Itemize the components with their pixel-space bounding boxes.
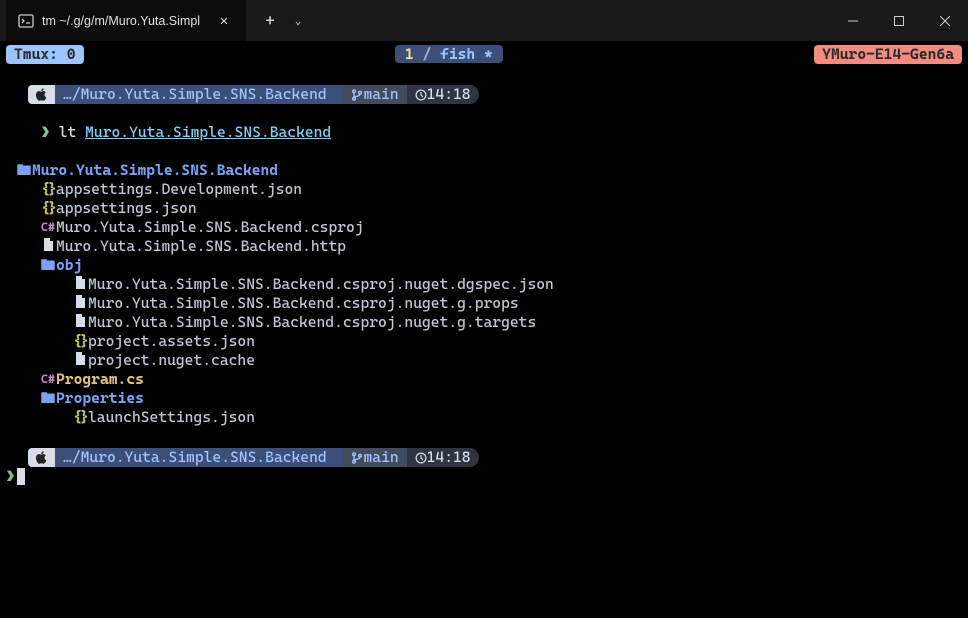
tab-title: tm ~/.g/g/m/Muro.Yuta.Simpl [42, 14, 202, 28]
cwd-segment: …/Muro.Yuta.Simple.SNS.Backend [55, 448, 343, 467]
json-icon: {} [40, 199, 56, 218]
file-icon [40, 237, 56, 256]
tree-item: C#Muro.Yuta.Simple.SNS.Backend.csproj [6, 218, 962, 237]
tree-item: {}launchSettings.json [6, 408, 962, 427]
time-segment: 14:18 [407, 85, 479, 104]
prompt-chevron-icon: ❯ [41, 123, 50, 141]
tree-item: Muro.Yuta.Simple.SNS.Backend.csproj.nuge… [6, 313, 962, 332]
csharp-icon: C# [40, 370, 56, 389]
tree-item: 🖿Properties [6, 389, 962, 408]
tmux-window-indicator: 1 / fish * [84, 45, 815, 64]
tree-item-name: Muro.Yuta.Simple.SNS.Backend.csproj.nuge… [88, 294, 519, 313]
tab-active[interactable]: tm ~/.g/g/m/Muro.Yuta.Simpl ✕ [6, 0, 246, 41]
prompt-line-1: …/Muro.Yuta.Simple.SNS.Backend main 14:1… [6, 85, 962, 104]
tree-item-name: project.nuget.cache [88, 351, 255, 370]
tree-item-name: appsettings.json [56, 199, 197, 218]
file-icon [72, 275, 88, 294]
tree-item: project.nuget.cache [6, 351, 962, 370]
json-icon: {} [72, 332, 88, 351]
window-controls [830, 0, 968, 41]
terminal-icon [18, 13, 34, 29]
new-tab-button[interactable]: + [254, 11, 286, 30]
folder-icon: 🖿 [40, 256, 56, 275]
maximize-button[interactable] [876, 0, 922, 41]
json-icon: {} [72, 408, 88, 427]
tree-root: 🖿Muro.Yuta.Simple.SNS.Backend [6, 161, 962, 180]
tree-item-name: Muro.Yuta.Simple.SNS.Backend.csproj [56, 218, 364, 237]
json-icon: {} [40, 180, 56, 199]
git-branch-segment: main [343, 448, 406, 467]
titlebar: tm ~/.g/g/m/Muro.Yuta.Simpl ✕ + ⌄ [0, 0, 968, 41]
hostname-label: YMuro-E14-Gen6a [814, 45, 962, 64]
tree-item: {}appsettings.json [6, 199, 962, 218]
tree-item-name: Muro.Yuta.Simple.SNS.Backend.csproj.nuge… [88, 275, 554, 294]
tree-item-name: Muro.Yuta.Simple.SNS.Backend.csproj.nuge… [88, 313, 536, 332]
tree-item: {}project.assets.json [6, 332, 962, 351]
tree-item-name: obj [56, 256, 82, 275]
file-icon [72, 294, 88, 313]
csharp-icon: C# [40, 218, 56, 237]
command-argument: Muro.Yuta.Simple.SNS.Backend [85, 123, 331, 141]
cursor [17, 468, 25, 485]
folder-icon: 🖿 [16, 161, 32, 180]
tree-item: Muro.Yuta.Simple.SNS.Backend.csproj.nuge… [6, 275, 962, 294]
command-line-1: ❯ lt Muro.Yuta.Simple.SNS.Backend [6, 104, 962, 161]
tree-item: 🖿obj [6, 256, 962, 275]
folder-icon: 🖿 [40, 389, 56, 408]
git-branch-segment: main [343, 85, 406, 104]
apple-icon [28, 448, 55, 467]
cwd-segment: …/Muro.Yuta.Simple.SNS.Backend [55, 85, 343, 104]
file-icon [72, 313, 88, 332]
tree-item: Muro.Yuta.Simple.SNS.Backend.csproj.nuge… [6, 294, 962, 313]
tmux-status-bar: Tmux: 0 1 / fish * YMuro-E14-Gen6a [6, 45, 962, 64]
prompt-chevron-icon: ❯ [6, 467, 15, 486]
tree-output: 🖿Muro.Yuta.Simple.SNS.Backend {}appsetti… [6, 161, 962, 427]
tree-item-name: appsettings.Development.json [56, 180, 302, 199]
minimize-button[interactable] [830, 0, 876, 41]
tree-item-name: Program.cs [56, 370, 144, 389]
apple-icon [28, 85, 55, 104]
tree-item-name: project.assets.json [88, 332, 255, 351]
prompt-line-2: …/Muro.Yuta.Simple.SNS.Backend main 14:1… [6, 448, 962, 467]
close-window-button[interactable] [922, 0, 968, 41]
tree-item-name: launchSettings.json [88, 408, 255, 427]
tree-item: Muro.Yuta.Simple.SNS.Backend.http [6, 237, 962, 256]
file-icon [72, 351, 88, 370]
time-segment: 14:18 [407, 448, 479, 467]
tab-dropdown-button[interactable]: ⌄ [288, 14, 308, 27]
tree-item: {}appsettings.Development.json [6, 180, 962, 199]
tmux-session-label: Tmux: 0 [6, 45, 84, 64]
close-tab-button[interactable]: ✕ [210, 13, 238, 29]
tree-item-name: Properties [56, 389, 144, 408]
terminal-area[interactable]: Tmux: 0 1 / fish * YMuro-E14-Gen6a …/Mur… [0, 41, 968, 486]
tree-item-name: Muro.Yuta.Simple.SNS.Backend.http [56, 237, 346, 256]
command-line-2[interactable]: ❯ [6, 467, 962, 486]
tree-item: C#Program.cs [6, 370, 962, 389]
